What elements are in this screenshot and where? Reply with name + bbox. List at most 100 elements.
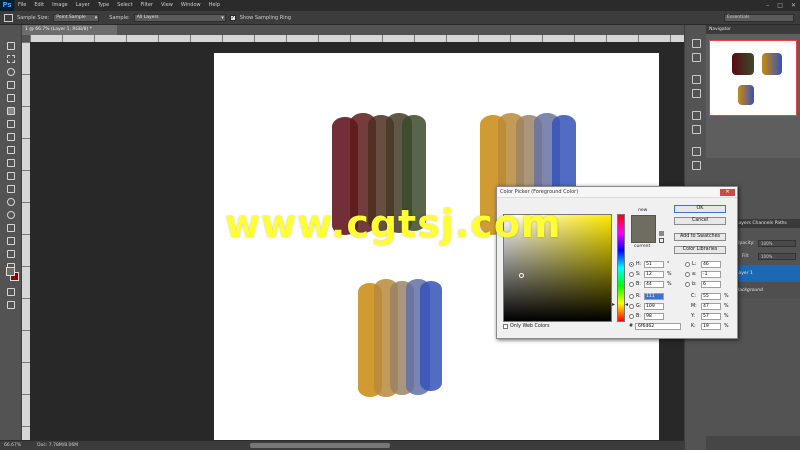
- photoshop-logo: Ps: [0, 0, 14, 11]
- hue-slider-left-arrow-icon[interactable]: ▸: [612, 301, 615, 308]
- sample-size-select[interactable]: Point Sample: [53, 13, 100, 22]
- hue-slider-right-arrow-icon[interactable]: ◂: [625, 301, 628, 308]
- current-color-swatch[interactable]: [631, 229, 656, 243]
- screen-mode-icon[interactable]: [6, 300, 16, 310]
- lab-l-input[interactable]: 46: [701, 261, 721, 268]
- gradient-tool-icon[interactable]: [6, 184, 16, 194]
- web-safe-icon[interactable]: [659, 238, 664, 243]
- menu-filter[interactable]: Filter: [137, 0, 157, 11]
- gamut-warning-icon[interactable]: [659, 231, 664, 236]
- zoom-level[interactable]: 66.67%: [4, 443, 21, 448]
- menu-type[interactable]: Type: [94, 0, 113, 11]
- blue-radio[interactable]: [629, 314, 634, 319]
- saturation-radio[interactable]: [629, 272, 634, 277]
- thumb-paint: [762, 53, 782, 75]
- workspace-select[interactable]: Essentials: [724, 14, 794, 22]
- brush-tool-icon[interactable]: [6, 132, 16, 142]
- color-libraries-button[interactable]: Color Libraries: [674, 246, 726, 254]
- adjustments-panel-icon[interactable]: [692, 111, 701, 120]
- sample-select[interactable]: All Layers: [133, 13, 226, 22]
- maximize-button[interactable]: □: [777, 0, 783, 11]
- swatches-panel-icon[interactable]: [692, 89, 701, 98]
- minimize-button[interactable]: –: [766, 0, 769, 11]
- styles-panel-icon[interactable]: [692, 125, 701, 134]
- brightness-input[interactable]: 44: [644, 281, 664, 288]
- horizontal-scrollbar[interactable]: [250, 443, 390, 448]
- navigator-panel-tab[interactable]: Navigator: [706, 25, 800, 34]
- blue-input[interactable]: 98: [644, 313, 664, 320]
- ok-button[interactable]: OK: [674, 205, 726, 213]
- saturation-unit: %: [667, 272, 672, 277]
- document-tab[interactable]: 1 @ 66.7% (Layer 1, RGB/8) *: [22, 25, 117, 35]
- clone-stamp-icon[interactable]: [6, 145, 16, 155]
- healing-brush-icon[interactable]: [6, 119, 16, 129]
- menu-image[interactable]: Image: [48, 0, 72, 11]
- add-to-swatches-button[interactable]: Add to Swatches: [674, 233, 726, 241]
- horizontal-ruler[interactable]: [30, 35, 684, 42]
- eraser-tool-icon[interactable]: [6, 171, 16, 181]
- blue-label: B:: [636, 314, 641, 319]
- dodge-tool-icon[interactable]: [6, 210, 16, 220]
- brush-panel-icon[interactable]: [692, 147, 701, 156]
- cyan-input[interactable]: 55: [701, 293, 721, 300]
- foreground-color-swatch[interactable]: [6, 267, 15, 276]
- red-input[interactable]: 111: [644, 293, 664, 300]
- move-tool-icon[interactable]: [6, 41, 16, 51]
- lab-b-input[interactable]: 6: [701, 281, 721, 288]
- lab-a-input[interactable]: -1: [701, 271, 721, 278]
- menu-file[interactable]: File: [14, 0, 30, 11]
- color-field-marker[interactable]: [519, 273, 524, 278]
- yellow-input[interactable]: 57: [701, 313, 721, 320]
- lasso-tool-icon[interactable]: [6, 67, 16, 77]
- cancel-button[interactable]: Cancel: [674, 217, 726, 225]
- history-brush-icon[interactable]: [6, 158, 16, 168]
- saturation-input[interactable]: 12: [644, 271, 664, 278]
- only-web-colors-label: Only Web Colors: [510, 324, 550, 329]
- navigator-thumbnail[interactable]: [709, 40, 797, 116]
- quick-select-tool-icon[interactable]: [6, 80, 16, 90]
- marquee-tool-icon[interactable]: [6, 54, 16, 64]
- lab-a-radio[interactable]: [685, 272, 690, 277]
- quick-mask-icon[interactable]: [6, 287, 16, 297]
- lab-a-label: a:: [692, 272, 697, 277]
- close-window-button[interactable]: ✕: [791, 0, 796, 11]
- eyedropper-tool-icon[interactable]: [4, 13, 13, 22]
- hue-slider[interactable]: [617, 214, 625, 322]
- path-select-icon[interactable]: [6, 249, 16, 259]
- menu-edit[interactable]: Edit: [30, 0, 48, 11]
- blur-tool-icon[interactable]: [6, 197, 16, 207]
- color-panel-icon[interactable]: [692, 75, 701, 84]
- hex-input[interactable]: 6f6d62: [635, 323, 681, 330]
- type-tool-icon[interactable]: [6, 236, 16, 246]
- hue-radio[interactable]: [629, 262, 634, 267]
- menu-help[interactable]: Help: [205, 0, 224, 11]
- hue-input[interactable]: 51: [644, 261, 664, 268]
- black-input[interactable]: 19: [701, 323, 721, 330]
- fill-field[interactable]: 100%: [758, 253, 796, 260]
- hue-label: H:: [636, 262, 642, 267]
- lab-b-radio[interactable]: [685, 282, 690, 287]
- eyedropper-icon[interactable]: [6, 106, 16, 116]
- green-radio[interactable]: [629, 304, 634, 309]
- brush-presets-icon[interactable]: [692, 161, 701, 170]
- vertical-ruler[interactable]: [22, 42, 30, 440]
- lab-l-radio[interactable]: [685, 262, 690, 267]
- only-web-colors-checkbox[interactable]: [503, 324, 508, 329]
- menu-window[interactable]: Window: [177, 0, 205, 11]
- history-panel-icon[interactable]: [692, 39, 701, 48]
- show-sampling-ring-checkbox[interactable]: ✓: [229, 14, 236, 21]
- red-radio[interactable]: [629, 294, 634, 299]
- crop-tool-icon[interactable]: [6, 93, 16, 103]
- menu-view[interactable]: View: [157, 0, 177, 11]
- menu-layer[interactable]: Layer: [72, 0, 94, 11]
- brightness-radio[interactable]: [629, 282, 634, 287]
- lab-l-label: L:: [692, 262, 697, 267]
- pen-tool-icon[interactable]: [6, 223, 16, 233]
- properties-panel-icon[interactable]: [692, 53, 701, 62]
- magenta-input[interactable]: 47: [701, 303, 721, 310]
- menu-select[interactable]: Select: [113, 0, 136, 11]
- close-icon[interactable]: ✕: [720, 189, 735, 196]
- green-input[interactable]: 109: [644, 303, 664, 310]
- opacity-field[interactable]: 100%: [758, 240, 796, 247]
- only-web-colors-option[interactable]: Only Web Colors: [503, 324, 550, 329]
